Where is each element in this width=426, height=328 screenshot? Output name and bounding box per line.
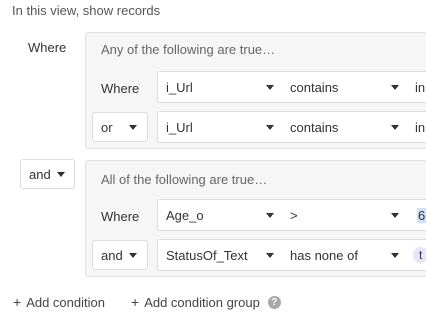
operator-value: has none of	[290, 247, 358, 263]
field-value: i_Url	[166, 79, 193, 95]
plus-icon: +	[131, 294, 140, 310]
chevron-down-icon	[56, 171, 65, 177]
group-conjunction-select[interactable]: and	[20, 159, 75, 189]
operator-value: contains	[290, 119, 339, 135]
operator-value: >	[290, 207, 298, 223]
value-text: in	[415, 79, 426, 95]
chevron-down-icon	[391, 252, 399, 258]
field-select[interactable]: Age_o	[157, 199, 283, 231]
value-input[interactable]: 6	[407, 199, 426, 231]
add-condition-group-button[interactable]: + Add condition group ?	[131, 294, 281, 310]
value-input[interactable]: t	[407, 239, 426, 271]
top-where-label: Where	[28, 40, 67, 55]
condition-prefix-where: Where	[101, 81, 140, 96]
conjunction-select-or[interactable]: or	[92, 112, 148, 142]
condition-prefix-where: Where	[101, 209, 140, 224]
conjunction-select-and[interactable]: and	[92, 240, 148, 270]
operator-select[interactable]: contains	[282, 71, 408, 103]
value-text: in	[415, 119, 426, 135]
chevron-down-icon	[266, 124, 274, 130]
field-value: StatusOf_Text	[166, 247, 248, 263]
conjunction-value: and	[101, 247, 123, 263]
plus-icon: +	[13, 294, 22, 310]
operator-value: contains	[290, 79, 339, 95]
group-conjunction-value: and	[29, 166, 51, 182]
add-condition-button[interactable]: + Add condition	[13, 294, 105, 310]
operator-select[interactable]: has none of	[282, 239, 408, 271]
chevron-down-icon	[391, 124, 399, 130]
value-input[interactable]: in	[407, 71, 426, 103]
chevron-down-icon	[266, 212, 274, 218]
field-select[interactable]: i_Url	[157, 71, 283, 103]
condition-group-any: Any of the following are true… Where i_U…	[85, 32, 426, 149]
field-select[interactable]: i_Url	[157, 111, 283, 143]
field-value: Age_o	[166, 207, 204, 223]
conjunction-value: or	[101, 119, 113, 135]
value-pill: t	[413, 247, 426, 263]
group-title: Any of the following are true…	[101, 42, 276, 57]
condition-group-all: All of the following are true… Where Age…	[85, 160, 426, 277]
chevron-down-icon	[129, 252, 137, 258]
value-text-selected: 6	[417, 207, 426, 223]
chevron-down-icon	[129, 124, 137, 130]
chevron-down-icon	[266, 252, 274, 258]
value-input[interactable]: in	[407, 111, 426, 143]
add-condition-group-label: Add condition group	[144, 294, 260, 310]
chevron-down-icon	[391, 212, 399, 218]
help-icon[interactable]: ?	[267, 295, 281, 309]
operator-select[interactable]: contains	[282, 111, 408, 143]
field-select[interactable]: StatusOf_Text	[157, 239, 283, 271]
filter-header: In this view, show records	[12, 3, 161, 18]
chevron-down-icon	[266, 84, 274, 90]
add-condition-label: Add condition	[26, 294, 105, 310]
field-value: i_Url	[166, 119, 193, 135]
chevron-down-icon	[391, 84, 399, 90]
operator-select[interactable]: >	[282, 199, 408, 231]
group-title: All of the following are true…	[101, 172, 268, 187]
